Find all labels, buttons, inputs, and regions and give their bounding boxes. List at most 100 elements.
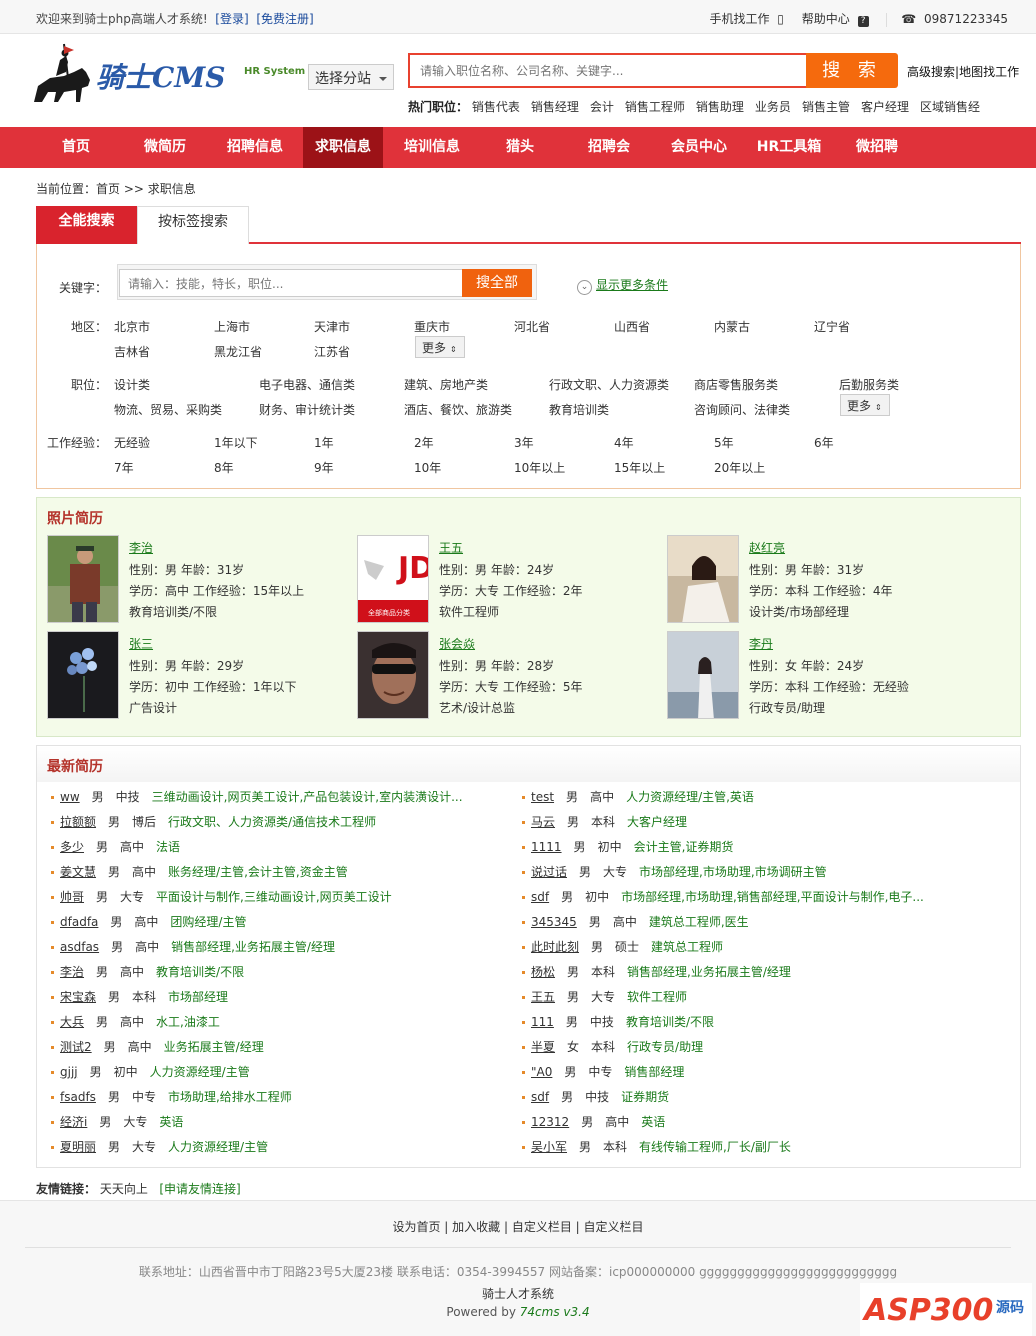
resume-position-link[interactable]: 证券期货 (621, 1090, 669, 1104)
resume-name-link[interactable]: test (531, 790, 554, 804)
job-category-option[interactable]: 后勤服务类 (839, 376, 899, 393)
experience-option[interactable]: 10年以上 (514, 459, 565, 476)
resume-position-link[interactable]: 行政专员/助理 (627, 1040, 703, 1054)
experience-option[interactable]: 1年 (314, 434, 334, 451)
resume-name-link[interactable]: 王五 (531, 990, 555, 1004)
login-link[interactable]: [登录] (215, 12, 248, 26)
nav-item-2[interactable]: 微简历 (122, 127, 208, 168)
resume-position-link[interactable]: 教育培训类/不限 (626, 1015, 714, 1029)
resume-name-link[interactable]: 拉额额 (60, 815, 96, 829)
resume-name-link[interactable]: 马云 (531, 815, 555, 829)
resume-position-link[interactable]: 教育培训类/不限 (156, 965, 244, 979)
hot-job-link[interactable]: 销售代表 (472, 100, 520, 114)
resume-position-link[interactable]: 会计主管,证券期货 (634, 840, 734, 854)
more-conditions-link[interactable]: ⌄ 显示更多条件 (577, 276, 668, 295)
resume-position-link[interactable]: 建筑总工程师 (651, 940, 723, 954)
site-logo[interactable]: 骑士CMS HR System (30, 42, 310, 108)
resume-photo[interactable] (667, 535, 739, 623)
hot-job-link[interactable]: 会计 (590, 100, 614, 114)
area-option[interactable]: 黑龙江省 (214, 343, 262, 360)
resume-position-link[interactable]: 人力资源经理/主管 (168, 1140, 268, 1154)
resume-name-link[interactable]: 此时此刻 (531, 940, 579, 954)
resume-name-link[interactable]: 经济i (60, 1115, 87, 1129)
resume-position-link[interactable]: 市场部经理,市场助理,销售部经理,平面设计与制作,电子... (621, 890, 924, 904)
mobile-job-link[interactable]: 手机找工作 ▯ (695, 12, 783, 26)
tab-tag-search[interactable]: 按标签搜索 (137, 206, 249, 244)
resume-position-link[interactable]: 销售部经理 (624, 1065, 684, 1079)
friend-link-item[interactable]: 天天向上 (100, 1182, 148, 1196)
resume-name-link[interactable]: 测试2 (60, 1040, 92, 1054)
hot-job-link[interactable]: 销售主管 (802, 100, 850, 114)
resume-name-link[interactable]: 赵红亮 (749, 539, 785, 556)
hot-job-link[interactable]: 客户经理 (861, 100, 909, 114)
resume-name-link[interactable]: "A0 (531, 1065, 552, 1079)
resume-position-link[interactable]: 法语 (156, 840, 180, 854)
resume-name-link[interactable]: 姜文慧 (60, 865, 96, 879)
experience-option[interactable]: 20年以上 (714, 459, 765, 476)
hot-job-link[interactable]: 销售助理 (696, 100, 744, 114)
resume-photo[interactable] (667, 631, 739, 719)
resume-photo[interactable] (47, 631, 119, 719)
hot-job-link[interactable]: 销售工程师 (625, 100, 685, 114)
resume-card[interactable]: 张会焱 性别：男 年龄：28岁 学历：大专 工作经验：5年 艺术/设计总监 (357, 631, 657, 719)
resume-position-link[interactable]: 行政文职、人力资源类/通信技术工程师 (168, 815, 376, 829)
footer-links[interactable]: 设为首页 | 加入收藏 | 自定义栏目 | 自定义栏目 (0, 1218, 1036, 1235)
job-category-option[interactable]: 商店零售服务类 (694, 376, 778, 393)
apply-friend-link[interactable]: [申请友情连接] (159, 1182, 240, 1196)
hot-job-link[interactable]: 区域销售经 (920, 100, 980, 114)
job-more-select[interactable]: 更多 ⇕ (840, 394, 890, 416)
experience-option[interactable]: 15年以上 (614, 459, 665, 476)
resume-name-link[interactable]: 帅哥 (60, 890, 84, 904)
resume-name-link[interactable]: 李丹 (749, 635, 773, 652)
nav-item-3[interactable]: 招聘信息 (212, 127, 298, 168)
resume-name-link[interactable]: asdfas (60, 940, 99, 954)
area-option[interactable]: 山西省 (614, 318, 650, 335)
resume-position-link[interactable]: 销售部经理,业务拓展主管/经理 (171, 940, 335, 954)
experience-option[interactable]: 3年 (514, 434, 534, 451)
area-option[interactable]: 河北省 (514, 318, 550, 335)
resume-position-link[interactable]: 平面设计与制作,三维动画设计,网页美工设计 (156, 890, 392, 904)
resume-name-link[interactable]: 1111 (531, 840, 562, 854)
resume-position-link[interactable]: 大客户经理 (627, 815, 687, 829)
resume-name-link[interactable]: 王五 (439, 539, 463, 556)
experience-option[interactable]: 1年以下 (214, 434, 258, 451)
resume-name-link[interactable]: 说过话 (531, 865, 567, 879)
resume-card[interactable]: 李治 性别：男 年龄：31岁 学历：高中 工作经验：15年以上 教育培训类/不限 (47, 535, 347, 623)
area-option[interactable]: 北京市 (114, 318, 150, 335)
hot-job-link[interactable]: 销售经理 (531, 100, 579, 114)
experience-option[interactable]: 无经验 (114, 434, 150, 451)
resume-position-link[interactable]: 市场助理,给排水工程师 (168, 1090, 292, 1104)
resume-position-link[interactable]: 水工,油漆工 (156, 1015, 220, 1029)
resume-name-link[interactable]: sdf (531, 1090, 549, 1104)
resume-position-link[interactable]: 业务拓展主管/经理 (164, 1040, 264, 1054)
resume-name-link[interactable]: 张三 (129, 635, 153, 652)
resume-name-link[interactable]: 吴小军 (531, 1140, 567, 1154)
nav-item-9[interactable]: HR工具箱 (746, 127, 832, 168)
job-category-option[interactable]: 设计类 (114, 376, 150, 393)
search-all-button[interactable]: 搜全部 (462, 269, 532, 297)
resume-photo[interactable]: JD. 全部商品分类 (357, 535, 429, 623)
resume-position-link[interactable]: 人力资源经理/主管,英语 (626, 790, 754, 804)
resume-name-link[interactable]: 夏明丽 (60, 1140, 96, 1154)
resume-position-link[interactable]: 英语 (641, 1115, 665, 1129)
advanced-search-link[interactable]: 高级搜索 (907, 65, 955, 79)
area-option[interactable]: 上海市 (214, 318, 250, 335)
resume-name-link[interactable]: 李治 (129, 539, 153, 556)
nav-item-8[interactable]: 会员中心 (656, 127, 742, 168)
experience-option[interactable]: 4年 (614, 434, 634, 451)
resume-name-link[interactable]: dfadfa (60, 915, 98, 929)
resume-photo[interactable] (357, 631, 429, 719)
resume-card[interactable]: 李丹 性别：女 年龄：24岁 学历：本科 工作经验：无经验 行政专员/助理 (667, 631, 967, 719)
area-option[interactable]: 内蒙古 (714, 318, 750, 335)
resume-position-link[interactable]: 建筑总工程师,医生 (649, 915, 749, 929)
experience-option[interactable]: 2年 (414, 434, 434, 451)
resume-name-link[interactable]: 杨松 (531, 965, 555, 979)
job-category-option[interactable]: 物流、贸易、采购类 (114, 401, 222, 418)
job-category-option[interactable]: 酒店、餐饮、旅游类 (404, 401, 512, 418)
resume-card[interactable]: 张三 性别：男 年龄：29岁 学历：初中 工作经验：1年以下 广告设计 (47, 631, 347, 719)
search-button[interactable]: 搜 索 (806, 53, 898, 88)
resume-position-link[interactable]: 市场部经理,市场助理,市场调研主管 (639, 865, 827, 879)
resume-name-link[interactable]: fsadfs (60, 1090, 96, 1104)
area-more-select[interactable]: 更多 ⇕ (415, 336, 465, 358)
resume-name-link[interactable]: 111 (531, 1015, 554, 1029)
